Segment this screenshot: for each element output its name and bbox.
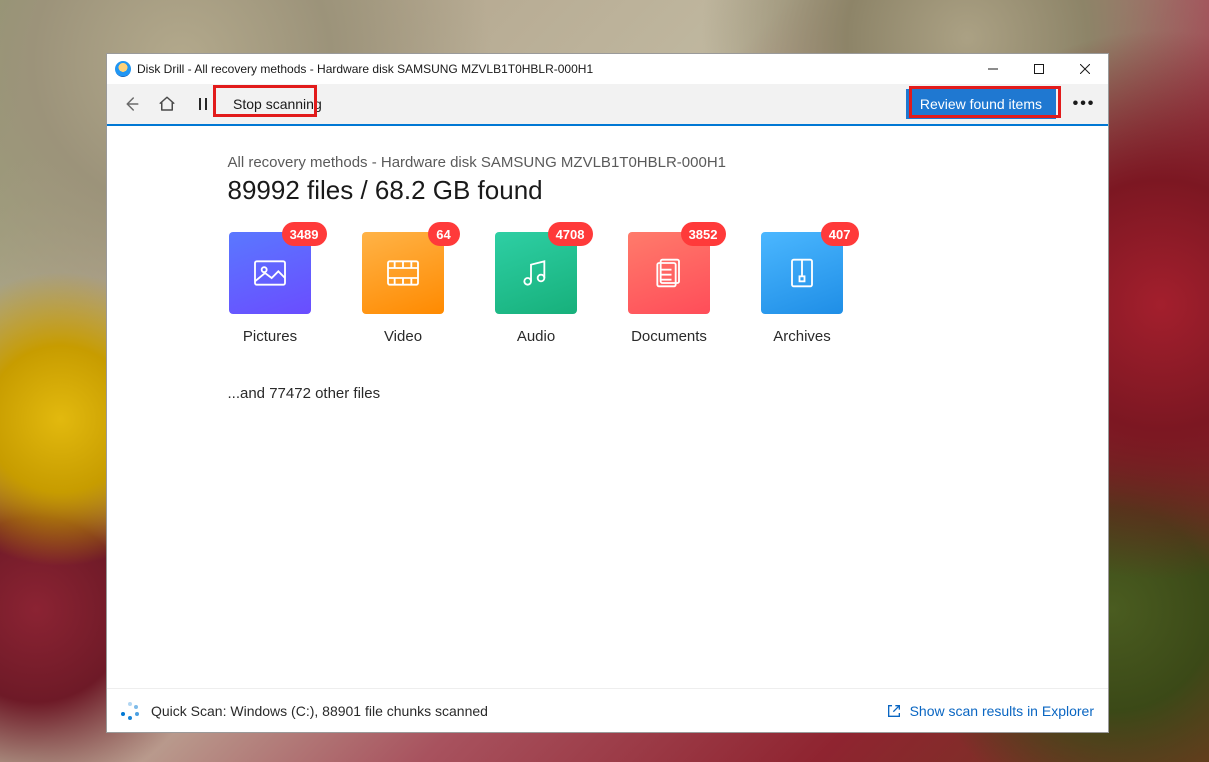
document-icon: [649, 253, 689, 293]
back-button[interactable]: [115, 88, 147, 120]
picture-icon: [250, 253, 290, 293]
category-label: Archives: [773, 328, 831, 345]
pause-icon: [194, 95, 212, 113]
tile-video: [362, 232, 444, 314]
review-found-items-button[interactable]: Review found items: [906, 89, 1056, 119]
spinner-icon: [121, 702, 139, 720]
stop-scanning-button[interactable]: Stop scanning: [223, 88, 332, 120]
app-window: Disk Drill - All recovery methods - Hard…: [106, 53, 1109, 733]
content-area: All recovery methods - Hardware disk SAM…: [107, 126, 1108, 688]
category-documents[interactable]: 3852 Documents: [627, 232, 712, 345]
toolbar: Stop scanning Review found items •••: [107, 84, 1108, 126]
badge-audio: 4708: [548, 222, 593, 246]
badge-video: 64: [428, 222, 460, 246]
show-in-explorer-link[interactable]: Show scan results in Explorer: [886, 703, 1094, 719]
category-pictures[interactable]: 3489 Pictures: [228, 232, 313, 345]
badge-archives: 407: [821, 222, 859, 246]
home-button[interactable]: [151, 88, 183, 120]
statusbar: Quick Scan: Windows (C:), 88901 file chu…: [107, 688, 1108, 732]
close-icon: [1080, 64, 1090, 74]
category-label: Video: [384, 328, 422, 345]
minimize-button[interactable]: [970, 54, 1016, 84]
app-icon: [115, 61, 131, 77]
badge-pictures: 3489: [282, 222, 327, 246]
scan-summary: 89992 files / 68.2 GB found: [228, 175, 988, 206]
close-button[interactable]: [1062, 54, 1108, 84]
window-controls: [970, 54, 1108, 84]
home-icon: [158, 95, 176, 113]
category-label: Documents: [631, 328, 707, 345]
arrow-left-icon: [122, 95, 140, 113]
open-external-icon: [886, 703, 902, 719]
minimize-icon: [988, 64, 998, 74]
category-row: 3489 Pictures 64: [228, 232, 988, 345]
category-label: Pictures: [243, 328, 297, 345]
pause-button[interactable]: [187, 88, 219, 120]
category-archives[interactable]: 407 Archives: [760, 232, 845, 345]
badge-documents: 3852: [681, 222, 726, 246]
category-audio[interactable]: 4708 Audio: [494, 232, 579, 345]
maximize-icon: [1034, 64, 1044, 74]
archive-icon: [782, 253, 822, 293]
other-files-text: ...and 77472 other files: [228, 385, 988, 402]
show-in-explorer-label: Show scan results in Explorer: [910, 703, 1094, 719]
video-icon: [383, 253, 423, 293]
review-found-items-label: Review found items: [920, 96, 1042, 112]
maximize-button[interactable]: [1016, 54, 1062, 84]
breadcrumb: All recovery methods - Hardware disk SAM…: [228, 154, 988, 171]
category-video[interactable]: 64 Video: [361, 232, 446, 345]
category-label: Audio: [517, 328, 555, 345]
status-text: Quick Scan: Windows (C:), 88901 file chu…: [151, 703, 488, 719]
more-menu-button[interactable]: •••: [1068, 88, 1100, 120]
music-icon: [516, 253, 556, 293]
window-title: Disk Drill - All recovery methods - Hard…: [137, 62, 970, 76]
stop-scanning-label: Stop scanning: [233, 96, 322, 112]
ellipsis-icon: •••: [1073, 95, 1096, 113]
titlebar: Disk Drill - All recovery methods - Hard…: [107, 54, 1108, 84]
